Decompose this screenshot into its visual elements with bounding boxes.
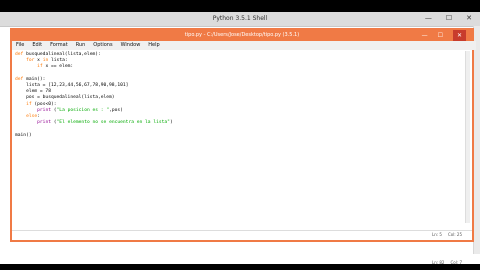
editor-window-controls: — ☐ ✕ — [422, 30, 466, 41]
shell-minimize-button[interactable]: — — [425, 14, 432, 23]
code-line-11: print ("El elemento no se encuentra en l… — [37, 120, 173, 126]
code-line-7: pos = busquedalineal(lista,elem) — [15, 95, 115, 101]
code-text: x — [34, 58, 43, 64]
shell-status-col: Col: 7 — [450, 260, 462, 265]
menu-run[interactable]: Run — [76, 41, 86, 50]
code-line-10: else: — [15, 114, 40, 119]
editor-close-button[interactable]: ✕ — [452, 30, 466, 41]
code-text: busquedalineal(lista,elem): — [23, 52, 101, 57]
code-line-9: print ("La posicion es : ",pos) — [37, 107, 123, 113]
code-text: ) — [169, 120, 173, 126]
code-line-6: elem = 78 — [15, 89, 51, 95]
code-line-12: main() — [15, 132, 32, 138]
menu-format[interactable]: Format — [50, 41, 68, 50]
builtin-print: print — [37, 120, 51, 126]
shell-status-line: Ln: 82 — [432, 260, 445, 265]
editor-status-line: Ln: 5 — [432, 232, 442, 237]
code-text: main(): — [23, 76, 46, 82]
menu-edit[interactable]: Edit — [32, 41, 42, 50]
editor-scrollbar[interactable] — [465, 51, 470, 223]
code-text: ,pos) — [109, 107, 123, 113]
shell-statusbar: Ln: 82 Col: 7 — [432, 260, 462, 265]
shell-maximize-button[interactable]: ☐ — [446, 14, 452, 23]
editor-divider — [12, 230, 472, 231]
code-text: (pos<0): — [31, 101, 57, 107]
menu-window[interactable]: Window — [121, 41, 141, 50]
menu-file[interactable]: File — [16, 41, 24, 50]
menu-options[interactable]: Options — [93, 41, 112, 50]
shell-title: Python 3.5.1 Shell — [212, 15, 268, 22]
editor-title: tipo.py - C:/Users/Jose/Desktop/tipo.py … — [184, 32, 300, 38]
shell-titlebar[interactable]: Python 3.5.1 Shell — ☐ ✕ — [0, 12, 480, 27]
editor-window: tipo.py - C:/Users/Jose/Desktop/tipo.py … — [10, 28, 476, 242]
editor-minimize-button[interactable]: — — [422, 30, 428, 41]
shell-scrollbar[interactable] — [473, 26, 480, 254]
shell-window-controls: — ☐ ✕ — [425, 14, 472, 23]
string-literal: "La posicion es : " — [56, 107, 110, 113]
code-area[interactable]: def busquedalineal(lista,elem): for x in… — [15, 52, 455, 139]
keyword-else: else — [26, 114, 38, 120]
code-text: : — [37, 114, 40, 120]
menu-help[interactable]: Help — [148, 41, 159, 50]
code-line-4: def main(): — [15, 77, 45, 82]
shell-close-button[interactable]: ✕ — [466, 14, 472, 23]
code-text: x == elem: — [42, 64, 74, 70]
editor-titlebar[interactable]: tipo.py - C:/Users/Jose/Desktop/tipo.py … — [12, 30, 472, 41]
editor-menubar: File Edit Format Run Options Window Help — [12, 41, 476, 50]
code-text: lista: — [48, 58, 68, 64]
editor-statusbar: Ln: 5 Col: 25 — [432, 232, 462, 237]
code-line-1: def busquedalineal(lista,elem): — [15, 52, 101, 57]
editor-maximize-button[interactable]: ☐ — [438, 30, 443, 41]
editor-status-col: Col: 25 — [447, 232, 462, 237]
string-literal: "El elemento no se encuentra en la lista… — [56, 120, 170, 126]
builtin-print: print — [37, 107, 51, 113]
code-line-8: if (pos<0): — [15, 101, 57, 107]
code-line-5: lista = [12,23,44,56,67,78,90,98,101] — [15, 83, 129, 89]
code-line-2: for x in lista: — [15, 58, 68, 63]
code-line-3: if x == elem: — [15, 64, 73, 69]
